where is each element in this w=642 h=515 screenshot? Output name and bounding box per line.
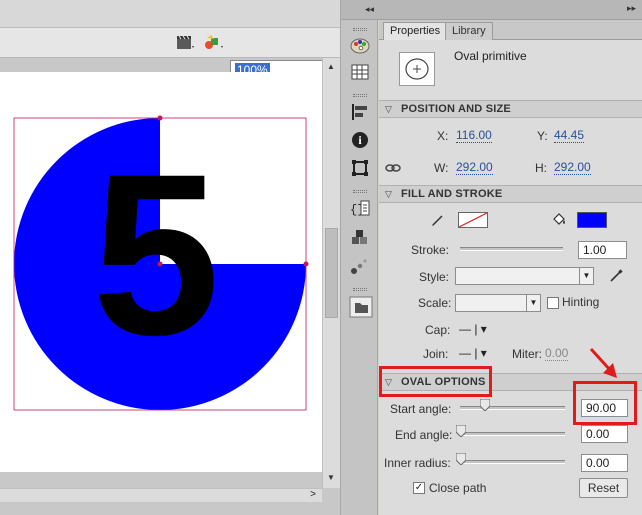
expand-triangle-icon[interactable]: ▽ [385, 104, 392, 115]
expand-triangle-icon[interactable]: ▽ [385, 189, 392, 200]
w-label: W: [434, 161, 449, 175]
start-angle-slider-knob[interactable] [479, 398, 491, 412]
tab-properties[interactable]: Properties [383, 22, 448, 40]
y-value[interactable]: 44.45 [554, 129, 585, 143]
stage-area: 100% ▼ 5 ▲ ▼ > [0, 0, 340, 515]
end-angle-slider[interactable] [460, 432, 565, 436]
paint-bucket-icon [551, 212, 567, 231]
handle-end-angle[interactable] [303, 261, 309, 267]
fill-color-chip [578, 213, 606, 227]
x-value[interactable]: 116.00 [456, 129, 492, 143]
panel-header-strip: ▸▸ [379, 0, 642, 20]
start-angle-label: Start angle: [390, 402, 452, 416]
swatches-grid-icon[interactable] [349, 62, 371, 82]
hinting-label: Hinting [562, 295, 600, 309]
stroke-input[interactable]: 1.00 [578, 241, 627, 259]
motion-presets-icon[interactable] [349, 256, 371, 276]
align-icon[interactable] [349, 102, 371, 122]
oval-options-highlight-box [379, 366, 492, 397]
miter-value[interactable]: 0.00 [545, 347, 569, 361]
tab-library[interactable]: Library [445, 22, 493, 40]
panel-icon-dock: ◂◂ i {} [340, 0, 379, 515]
section-title: FILL AND STROKE [401, 188, 503, 200]
pencil-stroke-icon [431, 213, 445, 230]
oval-primitive-icon [405, 58, 429, 80]
close-path-label: Close path [429, 481, 487, 495]
dock-grip[interactable] [353, 190, 367, 193]
inner-radius-input[interactable]: 0.00 [581, 454, 628, 472]
panel-collapse-button[interactable]: ▸▸ [627, 3, 636, 14]
end-angle-label: End angle: [395, 428, 453, 442]
hinting-checkbox[interactable] [547, 297, 559, 309]
edit-stroke-style-icon[interactable] [609, 269, 623, 286]
chevron-down-icon[interactable]: ▼ [526, 295, 540, 311]
inner-radius-slider[interactable] [460, 460, 565, 464]
stroke-slider[interactable] [460, 247, 563, 251]
stage-vertical-scrollbar[interactable]: ▲ ▼ [322, 58, 340, 488]
chain-link-icon[interactable] [385, 162, 401, 176]
stage-canvas[interactable]: 5 [0, 72, 322, 472]
edit-symbols-icon[interactable] [203, 34, 223, 52]
info-icon[interactable]: i [349, 130, 371, 150]
start-angle-highlight-box [573, 381, 637, 425]
handle-start-angle[interactable] [157, 115, 163, 121]
reset-button[interactable]: Reset [579, 478, 628, 498]
stage-bottom-strip [0, 502, 340, 515]
flash-workspace: 100% ▼ 5 ▲ ▼ > [0, 0, 642, 515]
section-title: POSITION AND SIZE [401, 103, 511, 115]
stroke-color-swatch[interactable] [458, 212, 488, 228]
section-position-and-size[interactable]: ▽ POSITION AND SIZE [379, 100, 642, 118]
start-angle-slider[interactable] [460, 406, 565, 410]
oval-primitive-shape[interactable]: 5 [0, 72, 322, 472]
cap-label: Cap: [425, 323, 451, 337]
stage-top-strip [0, 0, 340, 28]
stage-horizontal-scrollbar[interactable]: > [0, 488, 322, 502]
digit-five-text: 5 [92, 126, 220, 383]
scroll-right-icon[interactable]: > [310, 489, 316, 500]
style-label: Style: [419, 270, 450, 284]
y-label: Y: [537, 129, 548, 143]
instance-type-label: Oval primitive [454, 49, 527, 63]
join-label: Join: [423, 347, 449, 361]
w-value[interactable]: 292.00 [456, 161, 493, 175]
x-label: X: [437, 129, 449, 143]
stage-toolbar: 100% ▼ [0, 28, 340, 80]
properties-content: Oval primitive ▽ POSITION AND SIZE X: 11… [379, 40, 642, 515]
vertical-scroll-thumb[interactable] [325, 228, 338, 318]
inner-radius-slider-knob[interactable] [455, 452, 467, 466]
inner-radius-label: Inner radius: [384, 456, 451, 470]
instance-thumbnail [399, 52, 435, 86]
scale-select[interactable]: ▼ [455, 294, 541, 312]
scroll-up-icon[interactable]: ▲ [327, 62, 335, 71]
close-path-checkbox[interactable]: ✓ [413, 482, 425, 494]
end-angle-input[interactable]: 0.00 [581, 425, 628, 443]
dock-collapse-button[interactable]: ◂◂ [341, 0, 379, 20]
section-fill-and-stroke[interactable]: ▽ FILL AND STROKE [379, 185, 642, 203]
style-select[interactable]: ▼ [455, 267, 594, 285]
chevron-down-icon[interactable]: ▼ [579, 268, 593, 284]
scale-label: Scale: [418, 296, 452, 310]
scroll-down-icon[interactable]: ▼ [327, 473, 335, 482]
properties-panel: ▸▸ Properties Library Oval primitive ▽ P… [379, 0, 642, 515]
end-angle-slider-knob[interactable] [455, 424, 467, 438]
fill-color-swatch[interactable] [577, 212, 607, 228]
h-label: H: [535, 161, 547, 175]
components-icon[interactable] [349, 228, 371, 248]
join-select[interactable]: — | ▾ [459, 346, 487, 360]
dock-grip[interactable] [353, 94, 367, 97]
transform-icon[interactable] [349, 158, 371, 178]
miter-label: Miter: [512, 347, 542, 361]
stroke-label: Stroke: [411, 243, 450, 257]
edit-scene-icon[interactable] [176, 34, 196, 52]
dock-grip[interactable] [353, 28, 367, 31]
color-palette-icon[interactable] [349, 36, 371, 56]
h-value[interactable]: 292.00 [554, 161, 591, 175]
annotation-arrow-icon [589, 347, 617, 378]
cap-select[interactable]: — | ▾ [459, 322, 487, 336]
panel-tabs: Properties Library [379, 20, 642, 40]
project-folder-icon[interactable] [349, 296, 373, 318]
code-snippets-icon[interactable]: {} [349, 198, 371, 218]
dock-grip[interactable] [353, 288, 367, 291]
